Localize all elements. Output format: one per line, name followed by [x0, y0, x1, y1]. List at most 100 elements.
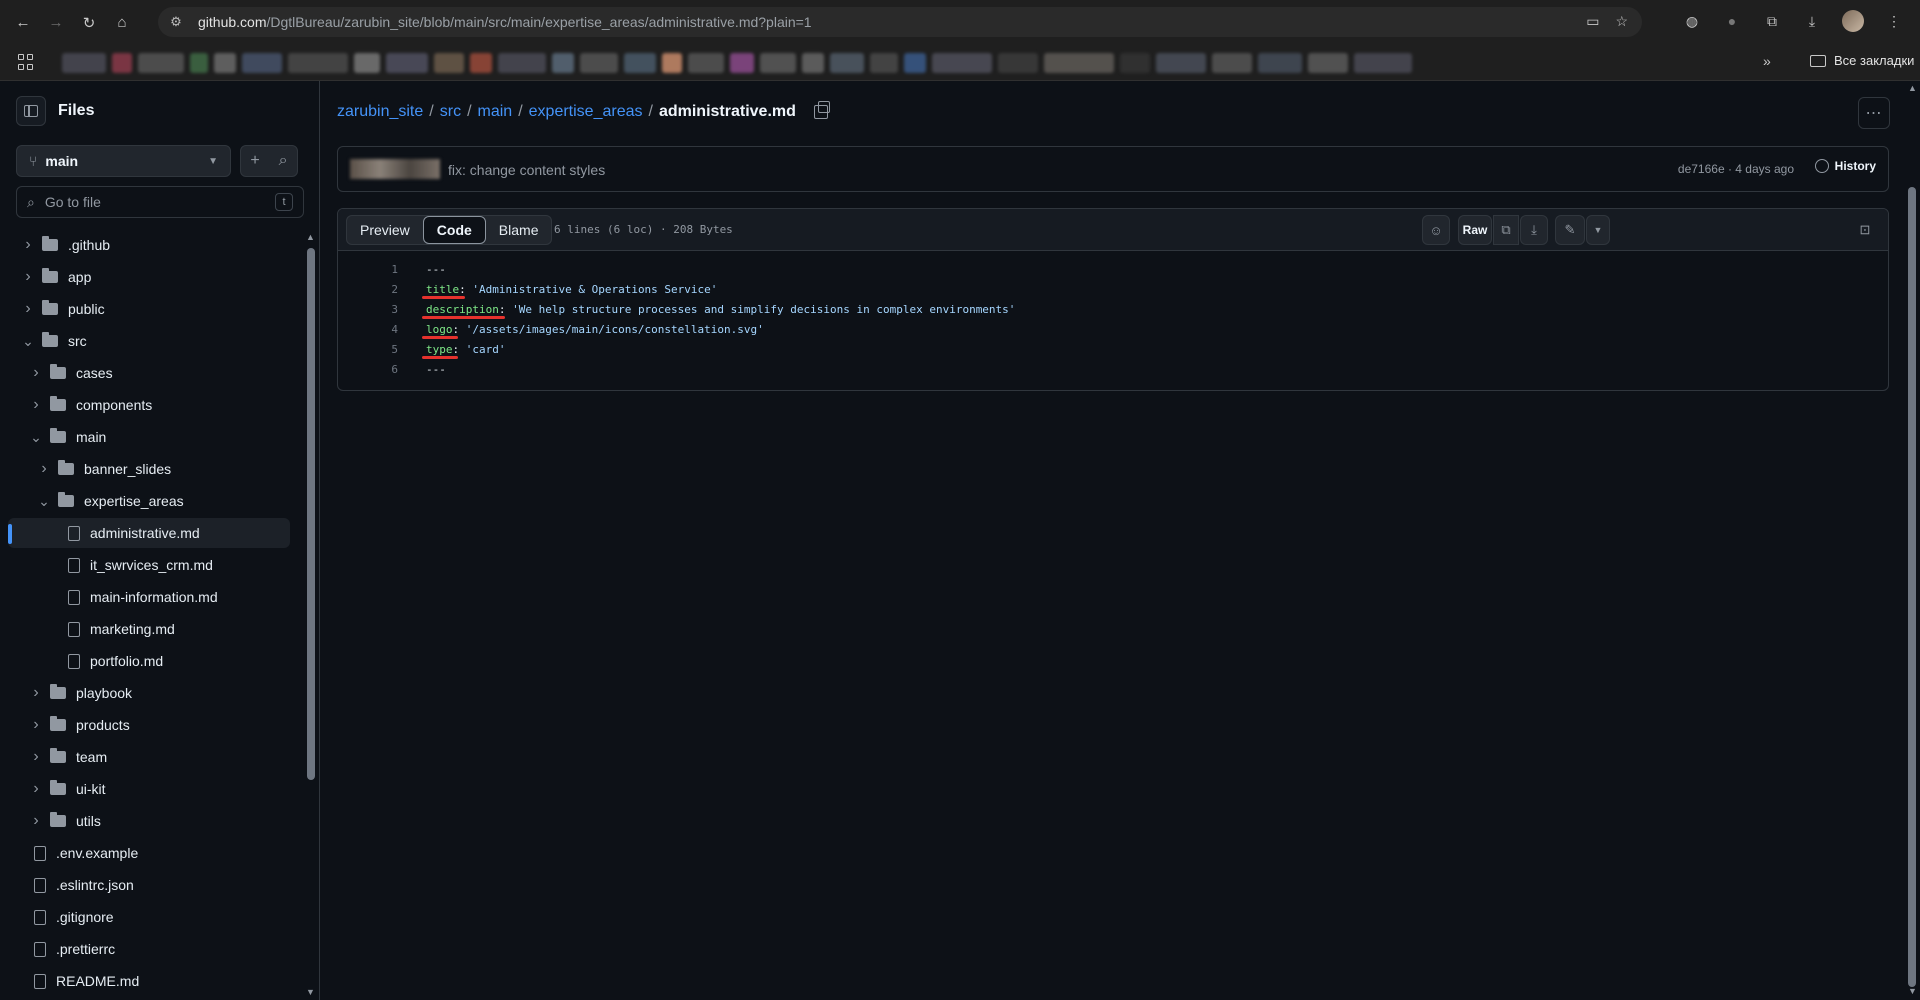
- tree-folder[interactable]: › components: [8, 390, 290, 420]
- translate-extension-icon[interactable]: ◍: [1682, 11, 1702, 31]
- tree-file[interactable]: portfolio.md: [8, 646, 290, 676]
- tree-file[interactable]: main-information.md: [8, 582, 290, 612]
- code-line[interactable]: 4 logo: '/assets/images/main/icons/conste…: [338, 319, 763, 339]
- tree-file[interactable]: .gitignore: [8, 902, 290, 932]
- tree-folder[interactable]: ⌄ src: [8, 326, 290, 356]
- tree-item-label: ui-kit: [76, 781, 106, 797]
- more-bookmarks-icon[interactable]: »: [1763, 53, 1771, 69]
- tree-folder[interactable]: › playbook: [8, 678, 290, 708]
- line-number[interactable]: 1: [338, 263, 398, 276]
- tree-folder[interactable]: › team: [8, 742, 290, 772]
- tree-folder[interactable]: › ui-kit: [8, 774, 290, 804]
- code-line[interactable]: 1 ---: [338, 259, 446, 279]
- scroll-down-arrow-icon[interactable]: ▼: [1908, 986, 1917, 996]
- back-icon[interactable]: ←: [12, 12, 34, 34]
- chevron-right-icon[interactable]: ›: [30, 748, 42, 766]
- commit-meta[interactable]: de7166e · 4 days ago: [1678, 162, 1794, 176]
- extensions-puzzle-icon[interactable]: ⧉: [1762, 11, 1782, 31]
- copy-raw-button[interactable]: ⧉: [1493, 215, 1519, 245]
- site-settings-icon[interactable]: ⚙: [168, 14, 184, 30]
- add-file-button[interactable]: +: [250, 152, 259, 170]
- branch-selector[interactable]: ⑂ main ▼: [16, 145, 231, 177]
- more-options-button[interactable]: ⋯: [1858, 97, 1890, 129]
- page-scroll-thumb[interactable]: [1908, 187, 1916, 987]
- chevron-right-icon[interactable]: ›: [22, 236, 34, 254]
- chevron-down-icon[interactable]: ⌄: [30, 429, 42, 446]
- tree-folder[interactable]: ⌄ expertise_areas: [8, 486, 290, 516]
- breadcrumb-src[interactable]: src: [440, 103, 461, 121]
- tree-file[interactable]: .prettierrc: [8, 934, 290, 964]
- chevron-right-icon[interactable]: ›: [30, 812, 42, 830]
- sidebar-scroll-thumb[interactable]: [307, 248, 315, 780]
- code-line[interactable]: 6 ---: [338, 359, 446, 379]
- tab-blame[interactable]: Blame: [486, 216, 552, 244]
- tree-folder[interactable]: › public: [8, 294, 290, 324]
- copy-path-icon[interactable]: [813, 101, 830, 119]
- download-icon[interactable]: ⤓: [1802, 11, 1822, 31]
- browser-menu-icon[interactable]: ⋮: [1884, 11, 1904, 31]
- tab-preview[interactable]: Preview: [347, 216, 423, 244]
- address-bar[interactable]: ⚙ github.com/DgtlBureau/zarubin_site/blo…: [158, 7, 1642, 37]
- scroll-up-arrow-icon[interactable]: ▲: [306, 232, 315, 242]
- edit-options-dropdown[interactable]: ▼: [1586, 215, 1610, 245]
- chevron-down-icon[interactable]: ⌄: [38, 493, 50, 510]
- symbols-panel-button[interactable]: ⊡: [1850, 215, 1880, 245]
- scroll-down-arrow-icon[interactable]: ▼: [306, 987, 315, 997]
- sidebar-scrollbar[interactable]: ▲ ▼: [304, 230, 318, 1000]
- tree-folder[interactable]: ⌄ main: [8, 422, 290, 452]
- bookmark-star-icon[interactable]: ☆: [1615, 13, 1628, 30]
- reload-icon[interactable]: ↻: [78, 12, 100, 34]
- all-bookmarks[interactable]: Все закладки: [1810, 53, 1914, 68]
- line-number[interactable]: 2: [338, 283, 398, 296]
- chevron-right-icon[interactable]: ›: [38, 460, 50, 478]
- chevron-right-icon[interactable]: ›: [30, 716, 42, 734]
- tree-folder[interactable]: › products: [8, 710, 290, 740]
- profile-avatar[interactable]: [1842, 10, 1864, 32]
- tree-folder[interactable]: › cases: [8, 358, 290, 388]
- tree-folder[interactable]: › utils: [8, 806, 290, 836]
- code-line[interactable]: 2 title: 'Administrative & Operations Ser…: [338, 279, 717, 299]
- line-number[interactable]: 4: [338, 323, 398, 336]
- line-number[interactable]: 6: [338, 363, 398, 376]
- tree-file[interactable]: .env.example: [8, 838, 290, 868]
- tab-code[interactable]: Code: [422, 216, 486, 244]
- home-icon[interactable]: ⌂: [111, 12, 133, 34]
- chevron-right-icon[interactable]: ›: [30, 780, 42, 798]
- tree-file[interactable]: .eslintrc.json: [8, 870, 290, 900]
- collapse-sidebar-button[interactable]: [16, 96, 46, 126]
- scroll-up-arrow-icon[interactable]: ▲: [1908, 83, 1917, 93]
- breadcrumb-repo[interactable]: zarubin_site: [337, 103, 423, 121]
- download-raw-button[interactable]: ⤓: [1520, 215, 1548, 245]
- tree-folder[interactable]: › app: [8, 262, 290, 292]
- line-number[interactable]: 3: [338, 303, 398, 316]
- chevron-right-icon[interactable]: ›: [22, 268, 34, 286]
- chevron-right-icon[interactable]: ›: [22, 300, 34, 318]
- commit-author-avatar[interactable]: [350, 159, 440, 179]
- chevron-down-icon[interactable]: ⌄: [22, 333, 34, 350]
- breadcrumb-main[interactable]: main: [478, 103, 513, 121]
- tree-file[interactable]: it_swrvices_crm.md: [8, 550, 290, 580]
- tree-folder[interactable]: › .github: [8, 230, 290, 260]
- tree-file[interactable]: marketing.md: [8, 614, 290, 644]
- history-button[interactable]: History: [1814, 159, 1876, 173]
- commit-message[interactable]: fix: change content styles: [448, 162, 605, 178]
- edit-file-button[interactable]: ✎: [1555, 215, 1585, 245]
- install-app-icon[interactable]: ▭: [1586, 13, 1599, 30]
- page-scrollbar[interactable]: ▲ ▼: [1904, 81, 1920, 1000]
- forward-icon[interactable]: →: [45, 12, 67, 34]
- breadcrumb-expertise-areas[interactable]: expertise_areas: [529, 103, 643, 121]
- url-text[interactable]: github.com/DgtlBureau/zarubin_site/blob/…: [198, 14, 812, 30]
- raw-button[interactable]: Raw: [1458, 215, 1492, 245]
- chevron-right-icon[interactable]: ›: [30, 364, 42, 382]
- go-to-file-input[interactable]: ⌕ Go to file t: [16, 186, 304, 218]
- tree-file[interactable]: README.md: [8, 966, 290, 996]
- copilot-button[interactable]: ☺: [1422, 215, 1450, 245]
- extension-icon[interactable]: ●: [1722, 11, 1742, 31]
- chevron-right-icon[interactable]: ›: [30, 396, 42, 414]
- chevron-right-icon[interactable]: ›: [30, 684, 42, 702]
- search-code-button[interactable]: ⌕: [279, 152, 288, 170]
- apps-grid-icon[interactable]: [18, 54, 34, 70]
- tree-file[interactable]: administrative.md: [8, 518, 290, 548]
- tree-folder[interactable]: › banner_slides: [8, 454, 290, 484]
- line-number[interactable]: 5: [338, 343, 398, 356]
